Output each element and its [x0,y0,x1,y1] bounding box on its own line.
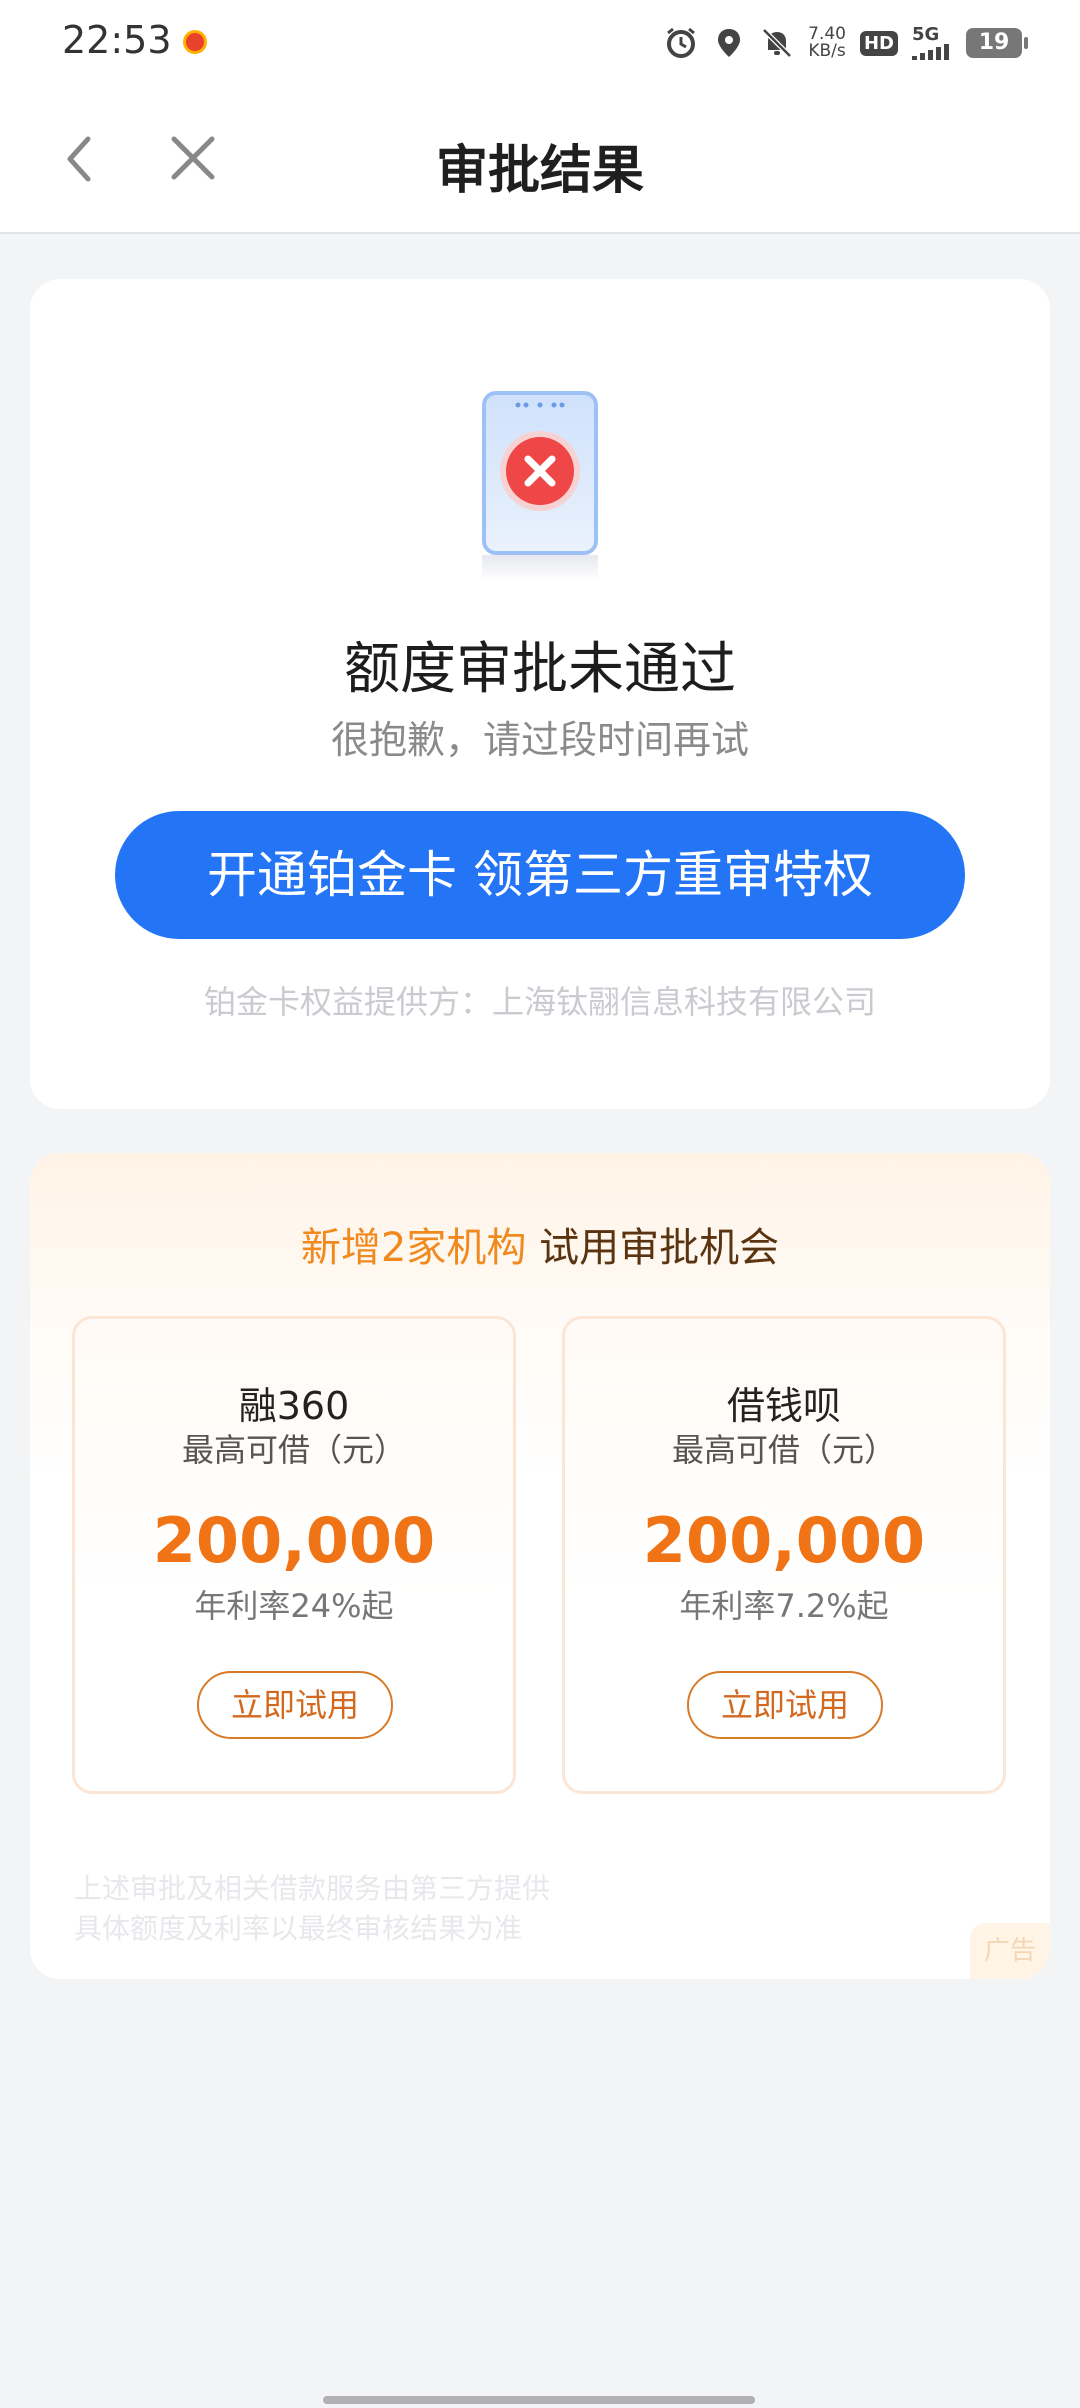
hd-badge: HD [859,30,898,56]
result-card: 额度审批未通过 很抱歉，请过段时间再试 开通铂金卡 领第三方重审特权 铂金卡权益… [30,279,1050,1109]
offer-rate: 年利率24%起 [194,1587,394,1625]
offer-max-label: 最高可借（元） [671,1431,896,1469]
offers-header-rest: 试用审批机会 [539,1225,780,1271]
platinum-card-cta-button[interactable]: 开通铂金卡 领第三方重审特权 [115,811,965,939]
offer-card-rong360[interactable]: 融360 最高可借（元） 200,000 年利率24%起 立即试用 [72,1316,516,1794]
try-now-button[interactable]: 立即试用 [197,1671,393,1739]
battery-icon: 19 [966,28,1028,58]
offer-amount: 200,000 [642,1504,926,1577]
alarm-icon [667,27,696,58]
page-title: 审批结果 [435,141,644,201]
offers-header: 新增2家机构 试用审批机会 [30,1215,1050,1273]
status-time: 22:53 [62,18,172,62]
offers-card: 新增2家机构 试用审批机会 融360 最高可借（元） 200,000 年利率24… [30,1153,1050,1979]
provider-note: 铂金卡权益提供方：上海钛翮信息科技有限公司 [203,983,876,1021]
ad-badge: 广告 [970,1923,1050,1979]
status-bar: 22:53 7.40 KB/s HD 5G 19 [0,0,1080,84]
result-subtitle: 很抱歉，请过段时间再试 [330,718,749,762]
disclaimer-line-2: 具体额度及利率以最终审核结果为准 [74,1912,523,1945]
offers-header-highlight: 新增2家机构 [300,1225,527,1271]
disclaimer: 上述审批及相关借款服务由第三方提供 具体额度及利率以最终审核结果为准 [74,1869,550,1949]
phone-error-icon [482,391,598,581]
signal-indicator: 5G [912,26,952,60]
disclaimer-line-1: 上述审批及相关借款服务由第三方提供 [74,1872,551,1905]
status-indicators: 7.40 KB/s HD 5G 19 [664,22,1028,64]
net-speed-unit: KB/s [808,41,846,61]
offer-name: 借钱呗 [726,1384,841,1428]
offer-rate: 年利率7.2%起 [679,1587,889,1625]
try-now-button[interactable]: 立即试用 [687,1671,883,1739]
app-notification-icon [183,30,207,54]
home-indicator[interactable] [323,2396,755,2404]
mute-bell-icon [762,28,792,58]
network-type-label: 5G [912,24,940,45]
signal-bars-icon [912,44,949,60]
offer-card-jieqianbei[interactable]: 借钱呗 最高可借（元） 200,000 年利率7.2%起 立即试用 [562,1316,1006,1794]
offer-amount: 200,000 [152,1504,436,1577]
offer-max-label: 最高可借（元） [181,1431,406,1469]
nav-bar: 审批结果 [0,84,1080,234]
offer-name: 融360 [238,1384,350,1428]
result-title: 额度审批未通过 [344,637,736,702]
location-icon [718,29,741,57]
net-speed: 7.40 KB/s [808,26,846,60]
